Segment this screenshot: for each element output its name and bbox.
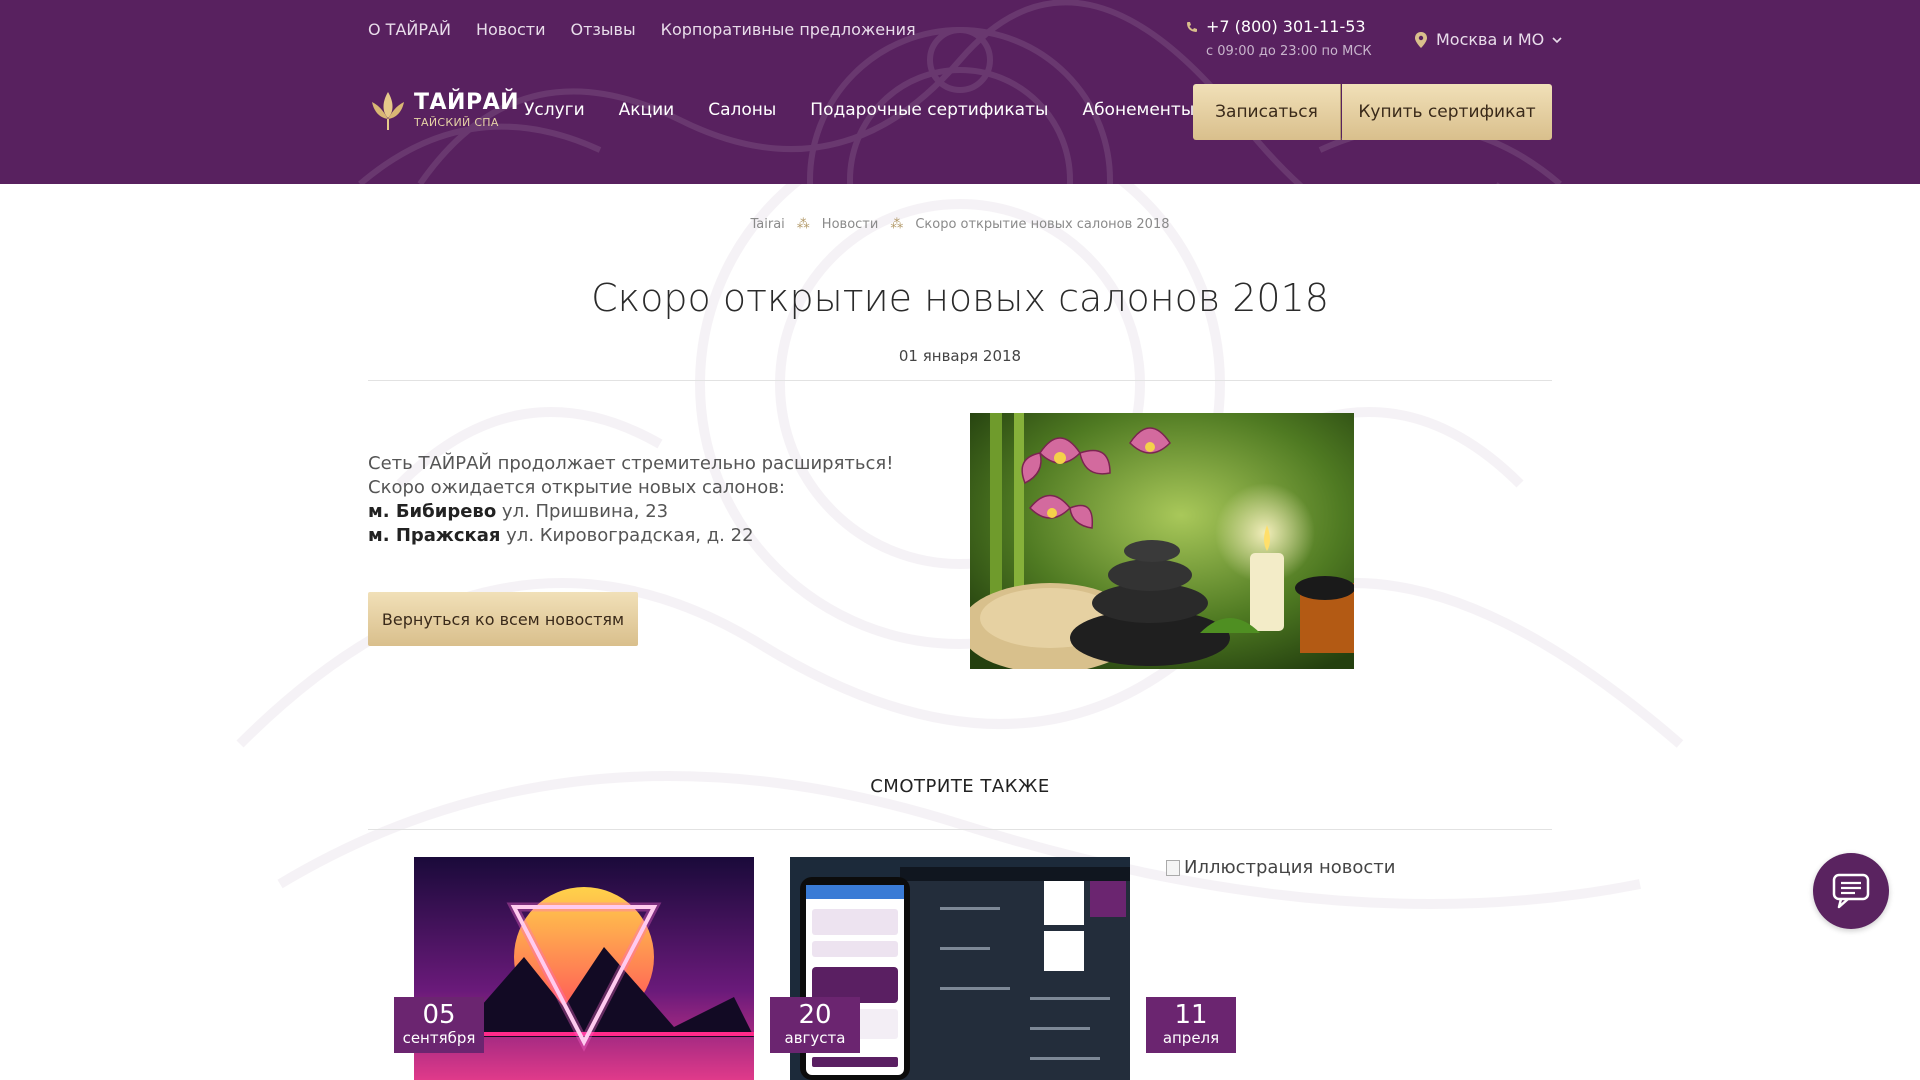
buy-certificate-button[interactable]: Купить сертификат	[1342, 84, 1552, 140]
city-selector[interactable]: Москва и МО	[1414, 30, 1562, 49]
nav-services[interactable]: Услуги	[524, 100, 585, 120]
chevron-down-icon	[1552, 36, 1562, 43]
top-link-news[interactable]: Новости	[476, 20, 546, 39]
lotus-logo-icon	[372, 92, 404, 130]
back-to-news-button[interactable]: Вернуться ко всем новостям	[368, 592, 638, 646]
article-image	[970, 413, 1354, 669]
page-title: Скоро открытие новых салонов 2018	[591, 276, 1329, 320]
salon-address: ул. Кировоградская, д. 22	[506, 525, 754, 546]
phone-block: +7 (800) 301-11-53 с 09:00 до 23:00 по М…	[1186, 17, 1372, 59]
date-day: 11	[1174, 1000, 1208, 1030]
top-nav: О ТАЙРАЙ Новости Отзывы Корпоративные пр…	[368, 20, 916, 39]
working-hours: с 09:00 до 23:00 по МСК	[1206, 44, 1372, 59]
breadcrumb-home[interactable]: Tairai	[751, 217, 785, 232]
breadcrumb-current: Скоро открытие новых салонов 2018	[915, 217, 1170, 232]
phone-icon	[1187, 21, 1197, 32]
signup-button[interactable]: Записаться	[1193, 84, 1341, 140]
breadcrumb-separator-icon: ⁂	[890, 217, 904, 232]
date-month: апреля	[1162, 1029, 1220, 1047]
top-link-about[interactable]: О ТАЙРАЙ	[368, 20, 451, 39]
broken-image: Иллюстрация новости	[1166, 857, 1506, 878]
main-nav: Услуги Акции Салоны Подарочные сертифика…	[524, 100, 1194, 120]
nav-gift-certificates[interactable]: Подарочные сертификаты	[810, 100, 1048, 120]
chat-icon	[1832, 873, 1870, 909]
location-pin-icon	[1415, 31, 1427, 48]
site-header: О ТАЙРАЙ Новости Отзывы Корпоративные пр…	[0, 0, 1920, 184]
salon-line: м. Пражская ул. Кировоградская, д. 22	[368, 524, 928, 548]
date-day: 05	[422, 1000, 456, 1030]
article-date: 01 января 2018	[898, 347, 1022, 365]
breadcrumb: Tairai ⁂ Новости ⁂ Скоро открытие новых …	[0, 217, 1920, 232]
date-month: августа	[784, 1029, 846, 1047]
breadcrumb-separator-icon: ⁂	[796, 217, 810, 232]
breadcrumb-news[interactable]: Новости	[822, 217, 879, 232]
date-day: 20	[798, 1000, 832, 1030]
see-also-title: СМОТРИТЕ ТАКЖЕ	[870, 776, 1050, 797]
divider	[368, 829, 1552, 830]
header-ornament	[358, 0, 1562, 184]
salon-metro: м. Бибирево	[368, 501, 497, 522]
divider	[368, 380, 1552, 381]
nav-promotions[interactable]: Акции	[619, 100, 675, 120]
logo-title: ТАЙРАЙ	[414, 89, 520, 115]
salon-address: ул. Пришвина, 23	[501, 501, 669, 522]
logo[interactable]: ТАЙРАЙ ТАЙСКИЙ СПА	[368, 88, 519, 132]
image-alt-text: Иллюстрация новости	[1184, 857, 1396, 878]
nav-salons[interactable]: Салоны	[708, 100, 776, 120]
date-badge: 11 апреля	[1146, 997, 1236, 1053]
city-label: Москва и МО	[1436, 30, 1545, 49]
chat-button[interactable]	[1813, 853, 1889, 929]
salon-line: м. Бибирево ул. Пришвина, 23	[368, 500, 928, 524]
phone-number[interactable]: +7 (800) 301-11-53	[1206, 17, 1366, 36]
article-intro: Сеть ТАЙРАЙ продолжает стремительно расш…	[368, 453, 894, 498]
date-month: сентября	[402, 1029, 476, 1047]
top-link-reviews[interactable]: Отзывы	[571, 20, 636, 39]
date-badge: 05 сентября	[394, 997, 484, 1053]
nav-subscriptions[interactable]: Абонементы	[1082, 100, 1194, 120]
broken-image-icon	[1166, 859, 1180, 876]
logo-subtitle: ТАЙСКИЙ СПА	[414, 115, 499, 129]
top-link-corporate[interactable]: Корпоративные предложения	[661, 20, 916, 39]
salon-metro: м. Пражская	[368, 525, 501, 546]
date-badge: 20 августа	[770, 997, 860, 1053]
article-body: Сеть ТАЙРАЙ продолжает стремительно расш…	[368, 452, 928, 548]
